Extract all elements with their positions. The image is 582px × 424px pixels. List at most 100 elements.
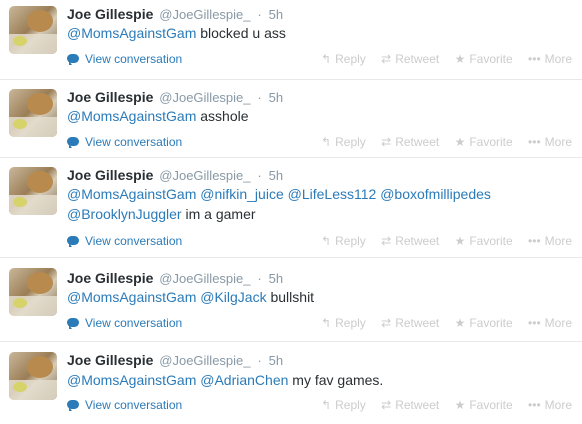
more-label: More (544, 316, 572, 330)
ellipsis-icon: ••• (528, 398, 541, 412)
favorite-label: Favorite (469, 234, 513, 248)
view-conversation-link[interactable]: View conversation (67, 51, 182, 67)
reply-button[interactable]: ↰ Reply (321, 315, 366, 331)
mention-link[interactable]: @BrooklynJuggler (67, 206, 182, 222)
mention-link[interactable]: @MomsAgainstGam (67, 186, 196, 202)
user-handle[interactable]: @JoeGillespie_ (159, 271, 250, 286)
more-button[interactable]: ••• More (528, 397, 572, 413)
star-icon: ★ (454, 234, 466, 248)
tweet-header: Joe Gillespie @JoeGillespie_ · 5h (67, 270, 283, 287)
tweet[interactable]: Joe Gillespie @JoeGillespie_ · 5h @MomsA… (0, 258, 582, 342)
favorite-label: Favorite (469, 52, 513, 66)
avatar[interactable] (9, 268, 57, 316)
user-name[interactable]: Joe Gillespie (67, 167, 153, 183)
tweet-actions: ↰ Reply ⇄ Retweet ★ Favorite ••• More (309, 315, 572, 331)
retweet-button[interactable]: ⇄ Retweet (381, 51, 439, 67)
tweet[interactable]: Joe Gillespie @JoeGillespie_ · 5h @MomsA… (0, 0, 582, 80)
retweet-label: Retweet (395, 135, 440, 149)
tweet-timeline: Joe Gillespie @JoeGillespie_ · 5h @MomsA… (0, 0, 582, 424)
timestamp[interactable]: 5h (269, 353, 283, 368)
view-conversation-link[interactable]: View conversation (67, 233, 182, 249)
retweet-arrows-icon: ⇄ (381, 316, 392, 330)
reply-button[interactable]: ↰ Reply (321, 233, 366, 249)
tweet-header: Joe Gillespie @JoeGillespie_ · 5h (67, 352, 283, 369)
favorite-button[interactable]: ★ Favorite (455, 397, 513, 413)
more-button[interactable]: ••• More (528, 134, 572, 150)
retweet-button[interactable]: ⇄ Retweet (381, 315, 439, 331)
tweet-text: @MomsAgainstGam @AdrianChen my fav games… (67, 370, 572, 390)
tweet-text: @MomsAgainstGam @KilgJack bullshit (67, 287, 572, 307)
user-handle[interactable]: @JoeGillespie_ (159, 168, 250, 183)
timestamp[interactable]: 5h (269, 168, 283, 183)
tweet-header: Joe Gillespie @JoeGillespie_ · 5h (67, 6, 283, 23)
more-label: More (544, 135, 572, 149)
retweet-button[interactable]: ⇄ Retweet (381, 397, 439, 413)
tweet-actions: ↰ Reply ⇄ Retweet ★ Favorite ••• More (309, 134, 572, 150)
reply-button[interactable]: ↰ Reply (321, 134, 366, 150)
view-conversation-label: View conversation (85, 398, 183, 412)
reply-button[interactable]: ↰ Reply (321, 51, 366, 67)
reply-button[interactable]: ↰ Reply (321, 397, 366, 413)
tweet[interactable]: Joe Gillespie @JoeGillespie_ · 5h @MomsA… (0, 80, 582, 158)
user-name[interactable]: Joe Gillespie (67, 89, 153, 105)
mention-link[interactable]: @boxofmillipedes (380, 186, 491, 202)
timestamp[interactable]: 5h (269, 90, 283, 105)
more-button[interactable]: ••• More (528, 51, 572, 67)
user-handle[interactable]: @JoeGillespie_ (159, 7, 250, 22)
avatar[interactable] (9, 167, 57, 215)
speech-bubble-icon (67, 236, 79, 247)
reply-arrow-icon: ↰ (321, 135, 332, 149)
avatar[interactable] (9, 6, 57, 54)
user-handle[interactable]: @JoeGillespie_ (159, 353, 250, 368)
favorite-button[interactable]: ★ Favorite (455, 233, 513, 249)
tweet-header: Joe Gillespie @JoeGillespie_ · 5h (67, 167, 283, 184)
view-conversation-link[interactable]: View conversation (67, 134, 182, 150)
mention-link[interactable]: @MomsAgainstGam (67, 25, 196, 41)
reply-label: Reply (335, 316, 366, 330)
more-label: More (544, 398, 572, 412)
timestamp[interactable]: 5h (269, 7, 283, 22)
favorite-button[interactable]: ★ Favorite (455, 134, 513, 150)
ellipsis-icon: ••• (528, 52, 541, 66)
tweet-actions: ↰ Reply ⇄ Retweet ★ Favorite ••• More (309, 233, 572, 249)
reply-arrow-icon: ↰ (321, 398, 332, 412)
mention-link[interactable]: @KilgJack (200, 289, 266, 305)
favorite-button[interactable]: ★ Favorite (455, 51, 513, 67)
avatar[interactable] (9, 89, 57, 137)
separator-dot: · (257, 90, 262, 105)
user-name[interactable]: Joe Gillespie (67, 270, 153, 286)
retweet-button[interactable]: ⇄ Retweet (381, 134, 439, 150)
speech-bubble-icon (67, 318, 79, 329)
user-name[interactable]: Joe Gillespie (67, 352, 153, 368)
more-button[interactable]: ••• More (528, 233, 572, 249)
view-conversation-link[interactable]: View conversation (67, 315, 182, 331)
tweet-text: @MomsAgainstGam @nifkin_juice @LifeLess1… (67, 184, 572, 224)
tweet[interactable]: Joe Gillespie @JoeGillespie_ · 5h @MomsA… (0, 158, 582, 258)
retweet-arrows-icon: ⇄ (381, 234, 392, 248)
view-conversation-label: View conversation (85, 234, 183, 248)
view-conversation-link[interactable]: View conversation (67, 397, 182, 413)
timestamp[interactable]: 5h (269, 271, 283, 286)
favorite-button[interactable]: ★ Favorite (455, 315, 513, 331)
avatar[interactable] (9, 352, 57, 400)
mention-link[interactable]: @MomsAgainstGam (67, 108, 196, 124)
more-label: More (544, 52, 572, 66)
tweet-header: Joe Gillespie @JoeGillespie_ · 5h (67, 89, 283, 106)
retweet-label: Retweet (395, 234, 440, 248)
favorite-label: Favorite (469, 398, 513, 412)
tweet[interactable]: Joe Gillespie @JoeGillespie_ · 5h @MomsA… (0, 342, 582, 424)
user-handle[interactable]: @JoeGillespie_ (159, 90, 250, 105)
user-name[interactable]: Joe Gillespie (67, 6, 153, 22)
mention-link[interactable]: @nifkin_juice (200, 186, 283, 202)
more-button[interactable]: ••• More (528, 315, 572, 331)
mention-link[interactable]: @LifeLess112 (288, 186, 377, 202)
mention-link[interactable]: @MomsAgainstGam (67, 289, 196, 305)
retweet-label: Retweet (395, 316, 440, 330)
separator-dot: · (257, 168, 262, 183)
tweet-body: im a gamer (185, 206, 256, 222)
mention-link[interactable]: @AdrianChen (200, 372, 288, 388)
retweet-button[interactable]: ⇄ Retweet (381, 233, 439, 249)
tweet-actions: ↰ Reply ⇄ Retweet ★ Favorite ••• More (309, 51, 572, 67)
mention-link[interactable]: @MomsAgainstGam (67, 372, 196, 388)
more-label: More (544, 234, 572, 248)
